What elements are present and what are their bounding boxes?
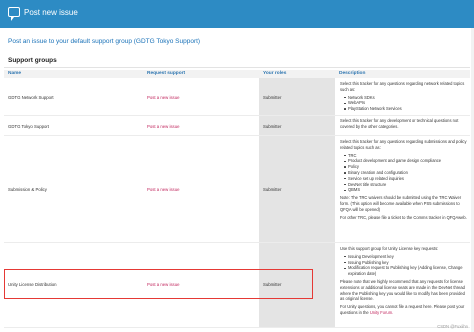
group-name: GDTG Network Support <box>8 95 54 100</box>
post-issue-link[interactable]: Post a new issue <box>147 95 179 100</box>
divider <box>4 67 470 68</box>
role-value: Submitter <box>263 124 282 129</box>
col-header-roles[interactable]: Your roles <box>259 70 335 78</box>
unity-forum-link[interactable]: Unity Forum. <box>370 310 393 315</box>
page-title: Post new issue <box>24 8 78 17</box>
description-note: Please note that we highly recommend tha… <box>340 278 465 302</box>
note-text: For Unity questions, you cannot file a r… <box>340 304 465 315</box>
col-header-request[interactable]: Request support <box>143 70 259 78</box>
post-issue-link[interactable]: Post a new issue <box>147 187 179 192</box>
chat-bubble-icon <box>8 7 20 21</box>
list-item: QBMS <box>344 187 468 193</box>
role-value: Submitter <box>263 187 282 192</box>
description-text: Select this tracker for any questions re… <box>340 81 465 92</box>
description-note: For Unity questions, you cannot file a r… <box>340 304 468 316</box>
role-value: Submitter <box>263 95 282 100</box>
watermark: CSDN @Fuxiihn <box>437 324 468 329</box>
post-issue-link[interactable]: Post a new issue <box>147 124 179 129</box>
description-note: For other TRC, please file a ticket to t… <box>340 214 467 220</box>
group-description: Select this tracker for any questions re… <box>340 139 468 222</box>
group-description: Select this tracker for any questions re… <box>340 81 468 112</box>
highlight-box <box>4 269 313 299</box>
group-description: Select this tracker for any development … <box>340 118 468 132</box>
default-group-link[interactable]: Post an issue to your default support gr… <box>8 38 200 45</box>
description-text: Select this tracker for any questions re… <box>340 139 467 150</box>
group-name: Submission & Policy <box>8 187 47 192</box>
header-bar: Post new issue <box>0 0 474 28</box>
description-text: Select this tracker for any development … <box>340 118 459 129</box>
col-header-name[interactable]: Name <box>4 70 143 78</box>
description-note: Note: The TRC waivers should be submitte… <box>340 195 462 212</box>
section-title: Support groups <box>8 57 57 64</box>
list-item: Modification request to Publishing key (… <box>344 265 468 277</box>
description-text: Use this support group for Unity License… <box>340 246 439 251</box>
group-name: GDTG Tokyo Support <box>8 124 49 129</box>
col-header-description[interactable]: Description <box>335 70 470 78</box>
group-description: Use this support group for Unity License… <box>340 246 468 318</box>
list-item: PlayStation Network Services <box>344 106 468 112</box>
